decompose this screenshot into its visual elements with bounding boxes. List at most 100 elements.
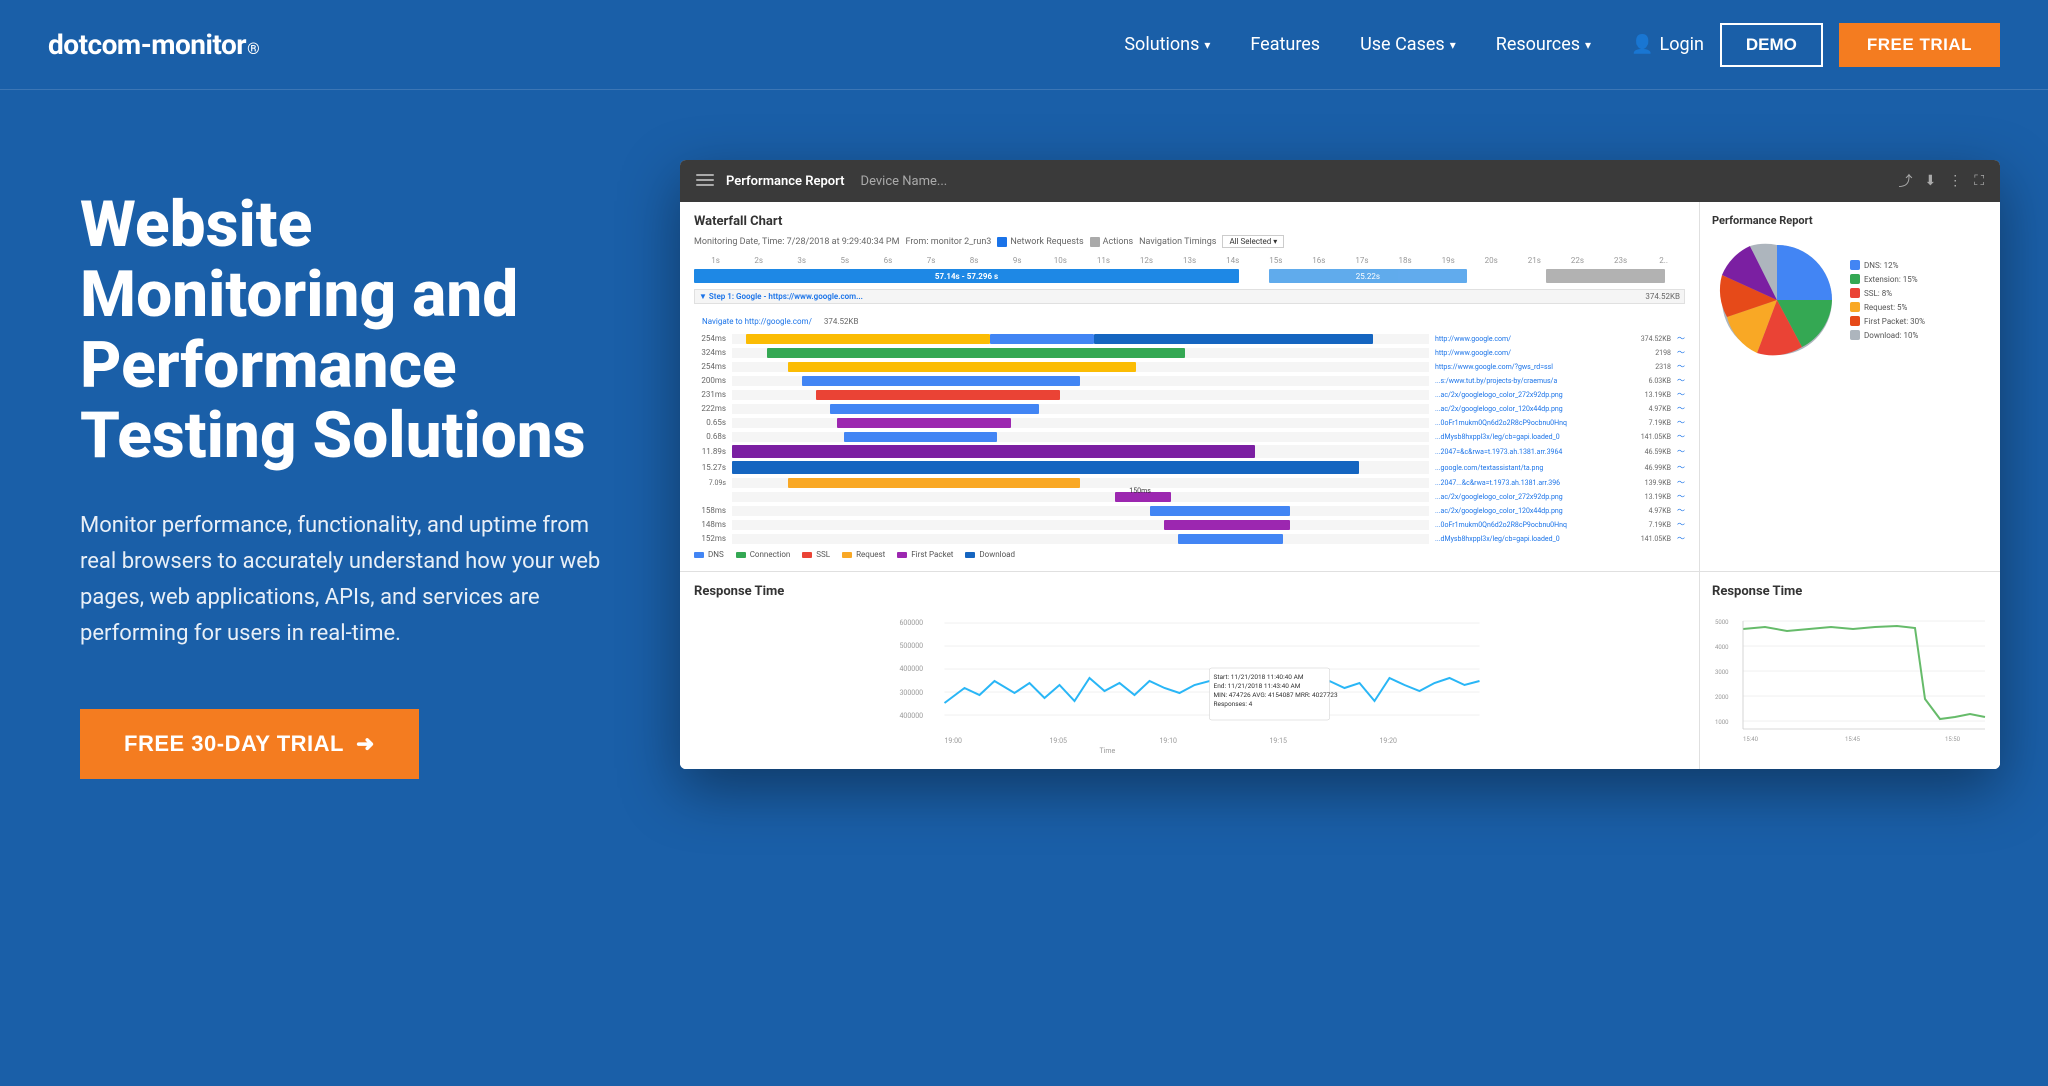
more-icon[interactable]: ⋮ (1948, 173, 1962, 189)
cta-button[interactable]: FREE 30-DAY TRIAL ➜ (80, 709, 419, 779)
legend-item: First Packet: 30% (1850, 316, 1925, 326)
dashboard-titlebar: Performance Report Device Name... ⤴ ⬇ ⋮ … (680, 160, 2000, 202)
wave-icon-7: 〜 (1677, 417, 1685, 428)
hero-title: Website Monitoring and Performance Testi… (80, 190, 620, 472)
demo-button[interactable]: DEMO (1720, 23, 1823, 67)
table-row: 254ms https://www.google.com/?gws_rd=ssl… (694, 361, 1685, 372)
response-time-title: Response Time (694, 584, 1685, 599)
table-row: 7.09s ...2047...&c&rwa=t.1973.ah.1381.ar… (694, 477, 1685, 488)
legend-dns-dot (694, 552, 704, 558)
table-row: 11.89s ...2047=&c&rwa=t.1973.ah.1381.arr… (694, 445, 1685, 458)
table-row: 231ms ...ac/2x/googlelogo_color_272x92dp… (694, 389, 1685, 400)
legend-request: Request (842, 550, 885, 559)
svg-text:19:00: 19:00 (945, 737, 962, 745)
pie-chart (1712, 235, 1842, 365)
wave-icon-10: 〜 (1677, 462, 1685, 473)
svg-text:400000: 400000 (900, 712, 924, 720)
table-row: 0.68s ...dMysb8hxppl3x/leg/cb=gapi.loade… (694, 431, 1685, 442)
expand-icon[interactable]: ⛶ (1974, 173, 1984, 189)
dashboard-window: Performance Report Device Name... ⤴ ⬇ ⋮ … (680, 160, 2000, 769)
legend-dns: DNS (694, 550, 724, 559)
table-row: 324ms http://www.google.com/ 2198 〜 (694, 347, 1685, 358)
legend-ssl-dot (802, 552, 812, 558)
nav-resources[interactable]: Resources ▾ (1496, 34, 1591, 55)
waterfall-title: Waterfall Chart (694, 214, 1685, 229)
svg-text:400000: 400000 (900, 665, 924, 673)
navigate-row: Navigate to http://google.com/ 374.52KB (694, 307, 1685, 330)
svg-text:3000: 3000 (1715, 669, 1729, 676)
checkbox-network (997, 237, 1007, 247)
svg-text:Responses: 4: Responses: 4 (1214, 700, 1253, 708)
legend-item: Request: 5% (1850, 302, 1925, 312)
wave-icon-6: 〜 (1677, 403, 1685, 414)
time-highlight-bar2: 25.22s (1269, 269, 1467, 283)
wave-icon-15: 〜 (1677, 533, 1685, 544)
logo-text: dotcom-monitor (48, 28, 246, 61)
wave-icon-5: 〜 (1677, 389, 1685, 400)
step1-row: ▼ Step 1: Google - https://www.google.co… (694, 289, 1685, 304)
waterfall-legend: DNS Connection SSL Request (694, 550, 1685, 559)
nav-use-cases[interactable]: Use Cases ▾ (1360, 34, 1456, 55)
main-content: Website Monitoring and Performance Testi… (0, 90, 2048, 859)
share-icon[interactable]: ⤴ (1898, 171, 1912, 191)
svg-text:Time: Time (1100, 747, 1116, 753)
svg-text:600000: 600000 (900, 619, 924, 627)
table-row: 152ms ...dMysb8hxppl3x/leg/cb=gapi.loade… (694, 533, 1685, 544)
legend-first-packet-dot (897, 552, 907, 558)
download-icon[interactable]: ⬇ (1924, 173, 1936, 189)
meta-from: From: monitor 2_run3 (905, 237, 991, 247)
chevron-down-icon: ▾ (1204, 38, 1210, 52)
svg-text:300000: 300000 (900, 689, 924, 697)
wave-icon-13: 〜 (1677, 505, 1685, 516)
dashboard-body: Waterfall Chart Monitoring Date, Time: 7… (680, 202, 2000, 769)
response-time-panel-bottom-left: Response Time 600000 500000 400000 30000… (680, 572, 1700, 769)
logo[interactable]: dotcom-monitor ® (48, 28, 260, 61)
performance-report-panel: Performance Report (1700, 202, 2000, 572)
header: dotcom-monitor ® Solutions ▾ Features Us… (0, 0, 2048, 90)
hero-description: Monitor performance, functionality, and … (80, 508, 620, 653)
left-side: Website Monitoring and Performance Testi… (80, 150, 620, 779)
response-time-panel-bottom-right: Response Time 5000 4000 3000 2000 1000 (1700, 572, 2000, 769)
legend-item: SSL: 8% (1850, 288, 1925, 298)
arrow-icon: ➜ (356, 731, 375, 757)
chevron-down-icon-2: ▾ (1450, 38, 1456, 52)
svg-text:1000: 1000 (1715, 719, 1729, 726)
table-row: 148ms ...0oFr1mukm0Qn6d2o2R8cP9ocbnu0Hnq… (694, 519, 1685, 530)
time-bar-gray (1546, 269, 1665, 283)
wave-icon-4: 〜 (1677, 375, 1685, 386)
svg-text:MIN: 474726 AVG: 4154087 MRR: MIN: 474726 AVG: 4154087 MRR: 4027723 (1214, 691, 1338, 699)
legend-first-packet: First Packet (897, 550, 953, 559)
pie-legend: DNS: 12% Extension: 15% SSL: 8% (1850, 260, 1925, 340)
wave-icon-14: 〜 (1677, 519, 1685, 530)
time-label-total: 25.22s (1356, 272, 1380, 281)
pie-chart-area: DNS: 12% Extension: 15% SSL: 8% (1712, 235, 1988, 365)
titlebar-actions: ⤴ ⬇ ⋮ ⛶ (1898, 171, 1984, 191)
svg-text:15:45: 15:45 (1845, 736, 1861, 743)
wave-icon-8: 〜 (1677, 431, 1685, 442)
network-requests-label: Network Requests (997, 237, 1083, 247)
dashboard-device: Device Name... (861, 174, 948, 189)
time-highlight-row: 57.14s - 57.296 s 25.22s (694, 269, 1685, 285)
login-button[interactable]: 👤 Login (1631, 34, 1704, 55)
legend-download-dot (965, 552, 975, 558)
menu-icon (696, 174, 714, 188)
actions-label: Actions (1090, 237, 1133, 247)
checkbox-actions (1090, 237, 1100, 247)
free-trial-button[interactable]: FREE TRIAL (1839, 23, 2000, 67)
wave-icon-12: 〜 (1677, 491, 1685, 502)
svg-text:4000: 4000 (1715, 644, 1729, 651)
legend-item: Download: 10% (1850, 330, 1925, 340)
dashboard-title: Performance Report (726, 174, 845, 189)
svg-text:19:20: 19:20 (1380, 737, 1397, 745)
nav-solutions[interactable]: Solutions ▾ (1124, 34, 1210, 55)
time-highlight-bar: 57.14s - 57.296 s (694, 269, 1239, 283)
svg-text:5000: 5000 (1715, 619, 1729, 626)
response-time-chart-2: 5000 4000 3000 2000 1000 (1712, 609, 1988, 749)
svg-text:Start: 11/21/2018 11:40:40 A: Start: 11/21/2018 11:40:40 AM (1214, 673, 1304, 681)
svg-text:19:15: 19:15 (1270, 737, 1287, 745)
main-nav: Solutions ▾ Features Use Cases ▾ Resourc… (1124, 34, 1591, 55)
nav-features[interactable]: Features (1250, 34, 1320, 55)
table-row: 254ms http://www.google.com/ 374.52KB 〜 (694, 333, 1685, 344)
waterfall-panel: Waterfall Chart Monitoring Date, Time: 7… (680, 202, 1700, 572)
legend-connection: Connection (736, 550, 791, 559)
